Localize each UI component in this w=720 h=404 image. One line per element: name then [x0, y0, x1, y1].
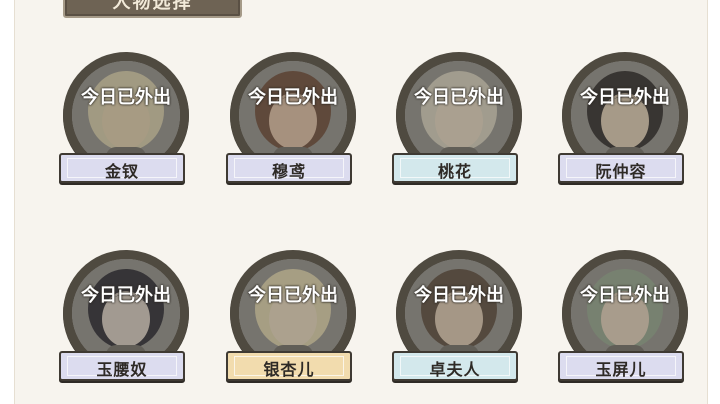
name-plate: 玉腰奴	[59, 351, 185, 381]
out-today-status: 今日已外出	[580, 285, 670, 306]
character-card[interactable]: 今日已外出银杏儿	[226, 250, 358, 400]
character-name: 穆鸢	[271, 162, 306, 181]
character-card[interactable]: 今日已外出玉腰奴	[59, 250, 191, 400]
out-today-status: 今日已外出	[414, 87, 504, 108]
name-plate: 穆鸢	[226, 153, 352, 183]
name-plate: 玉屏儿	[558, 351, 684, 381]
character-card[interactable]: 今日已外出穆鸢	[226, 52, 358, 202]
character-name: 桃花	[437, 162, 472, 181]
character-card[interactable]: 今日已外出桃花	[392, 52, 524, 202]
name-plate: 桃花	[392, 153, 518, 183]
name-plate: 银杏儿	[226, 351, 352, 381]
out-today-status: 今日已外出	[248, 87, 338, 108]
character-card[interactable]: 今日已外出玉屏儿	[558, 250, 690, 400]
character-name: 阮仲容	[595, 162, 647, 181]
panel-title-tab: 人物选择	[63, 0, 242, 18]
name-plate: 卓夫人	[392, 351, 518, 381]
out-today-status: 今日已外出	[81, 87, 171, 108]
out-today-status: 今日已外出	[580, 87, 670, 108]
character-card[interactable]: 今日已外出卓夫人	[392, 250, 524, 400]
character-name: 玉屏儿	[595, 360, 647, 379]
character-name: 银杏儿	[263, 360, 315, 379]
out-today-status: 今日已外出	[81, 285, 171, 306]
out-today-status: 今日已外出	[248, 285, 338, 306]
character-name: 金钗	[104, 162, 139, 181]
character-name: 玉腰奴	[96, 360, 148, 379]
panel-title: 人物选择	[112, 0, 193, 13]
name-plate: 阮仲容	[558, 153, 684, 183]
character-card[interactable]: 今日已外出金钗	[59, 52, 191, 202]
name-plate: 金钗	[59, 153, 185, 183]
character-name: 卓夫人	[429, 360, 481, 379]
out-today-status: 今日已外出	[414, 285, 504, 306]
character-card[interactable]: 今日已外出阮仲容	[558, 52, 690, 202]
